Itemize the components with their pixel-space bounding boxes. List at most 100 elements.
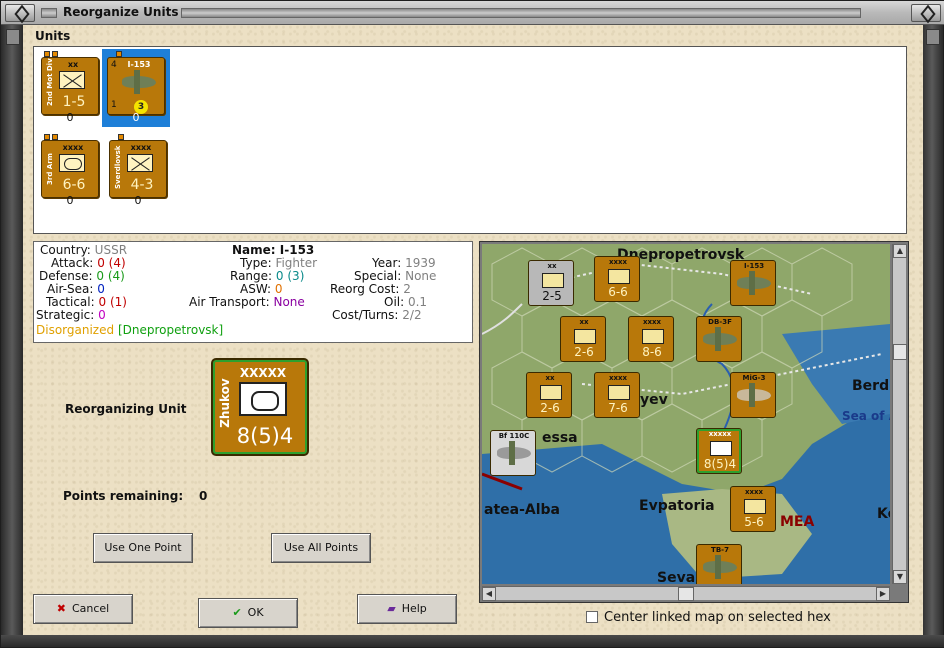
- unit-echelon: xx: [67, 60, 79, 69]
- unit-counter: I-153 4 1 3: [107, 57, 165, 115]
- map-viewport[interactable]: Dnepropetrovsk yev Berdi Sea of A essa E…: [482, 244, 890, 584]
- infantry-symbol-icon: [574, 329, 596, 344]
- unit-info-panel: Country: USSR Attack: 0 (4) Defense: 0 (…: [33, 241, 473, 343]
- unit-name-value: I-153: [279, 243, 315, 257]
- unit-counter: 3rd Arm xxxx 6-6: [41, 140, 99, 198]
- map-air-unit[interactable]: DB-3F: [696, 316, 742, 362]
- scroll-right-icon[interactable]: ▶: [876, 587, 890, 601]
- strategic-row: Strategic: 0: [36, 308, 106, 322]
- map-unit-counter[interactable]: xx 2-6: [560, 316, 606, 362]
- titlebar-decoration: [41, 8, 57, 18]
- help-button[interactable]: ▰ Help: [357, 594, 457, 624]
- unit-slot-i-153[interactable]: I-153 4 1 3 0: [102, 49, 170, 127]
- unit-counter: Sverdlovsk xxxx 4-3: [109, 140, 167, 198]
- map-unit-counter-zhukov[interactable]: xxxxx 8(5)4: [696, 428, 742, 474]
- reorganizing-unit-counter[interactable]: Zhukov XXXXX 8(5)4: [211, 358, 309, 456]
- map-unit-counter[interactable]: xxxx 5-6: [730, 486, 776, 532]
- scroll-up-icon[interactable]: ▲: [893, 244, 907, 258]
- unit-strength: 4-3: [130, 177, 154, 193]
- aircraft-icon: [497, 441, 531, 465]
- scroll-down-icon[interactable]: ▼: [893, 570, 907, 584]
- unit-slot-2nd-mot-div[interactable]: 2nd Mot Div xx 1-5 0: [36, 49, 104, 127]
- titlebar-decoration-bar: [181, 8, 861, 18]
- air-transport-row: Air Transport: None: [189, 295, 305, 309]
- unit-name: I-153: [127, 60, 151, 69]
- checkmark-icon: ✔: [232, 606, 242, 619]
- unit-slot-value: 0: [132, 111, 140, 124]
- title-bar[interactable]: Reorganize Units: [1, 1, 944, 25]
- unit-echelon: xxxx: [62, 143, 84, 152]
- center-linked-map-label: Center linked map on selected hex: [604, 610, 831, 625]
- mechanized-symbol-icon: [127, 154, 153, 172]
- unit-badge-left: 1: [111, 100, 117, 110]
- linked-map[interactable]: Dnepropetrovsk yev Berdi Sea of A essa E…: [479, 241, 909, 603]
- armor-symbol-icon: [642, 329, 664, 344]
- reorganize-units-window: Reorganize Units Units 2nd Mot Div xx 1-…: [0, 0, 944, 648]
- map-air-unit[interactable]: TB-7: [696, 544, 742, 584]
- map-label-evpatoria: Evpatoria: [639, 498, 715, 514]
- armor-symbol-icon: [540, 385, 562, 400]
- units-list: 2nd Mot Div xx 1-5 0 I-153 4 1 3 0 3rd A…: [33, 46, 907, 234]
- unit-name: 2nd Mot Div: [46, 58, 54, 106]
- ok-button[interactable]: ✔ OK: [198, 598, 298, 628]
- map-unit-counter[interactable]: xxxx 7-6: [594, 372, 640, 418]
- status-value: Disorganized: [36, 323, 115, 337]
- hq-echelon: XXXXX: [239, 366, 287, 380]
- country-value: USSR: [94, 243, 128, 257]
- window-close-button[interactable]: [911, 4, 941, 22]
- use-one-point-button[interactable]: Use One Point: [93, 533, 193, 563]
- map-label-crimea: MEA: [780, 514, 815, 530]
- unit-echelon: xxxx: [130, 143, 152, 152]
- armor-symbol-icon: [59, 154, 85, 172]
- map-unit-counter[interactable]: xxxx 8-6: [628, 316, 674, 362]
- left-frame-rail: [1, 25, 23, 645]
- cancel-x-icon: ✖: [56, 602, 66, 615]
- cancel-button[interactable]: ✖ Cancel: [33, 594, 133, 624]
- location-value: [Dnepropetrovsk]: [117, 323, 224, 337]
- unit-slot-value: 0: [66, 111, 74, 124]
- unit-slot-sverdlovsk[interactable]: Sverdlovsk xxxx 4-3 0: [104, 132, 172, 210]
- map-air-unit[interactable]: MiG-3: [730, 372, 776, 418]
- horizontal-scroll-thumb[interactable]: [678, 587, 694, 601]
- map-label-odessa: essa: [542, 430, 578, 446]
- aircraft-icon: [703, 327, 737, 351]
- map-air-unit[interactable]: I-153: [730, 260, 776, 306]
- infantry-symbol-icon: [744, 499, 766, 514]
- center-linked-map-checkbox[interactable]: [586, 611, 598, 623]
- map-unit-counter[interactable]: xx 2-6: [526, 372, 572, 418]
- unit-strength: 1-5: [62, 94, 86, 110]
- map-vertical-scrollbar[interactable]: ▲ ▼: [892, 244, 907, 584]
- infantry-symbol-icon: [608, 385, 630, 400]
- unit-counter: 2nd Mot Div xx 1-5: [41, 57, 99, 115]
- unit-slot-3rd-arm[interactable]: 3rd Arm xxxx 6-6 0: [36, 132, 104, 210]
- map-label-ko: Ko: [877, 506, 890, 522]
- map-label-yev: yev: [640, 392, 668, 408]
- map-unit-counter[interactable]: xx 2-5: [528, 260, 574, 306]
- bottom-frame-rail: [1, 635, 944, 647]
- vertical-scroll-thumb[interactable]: [893, 344, 907, 360]
- use-all-points-button[interactable]: Use All Points: [271, 533, 371, 563]
- aircraft-icon: [737, 383, 771, 407]
- unit-name: 3rd Arm: [46, 153, 54, 185]
- map-label-akkerman: atea-Alba: [484, 502, 560, 518]
- window-menu-button[interactable]: [5, 4, 35, 22]
- aircraft-icon: [737, 271, 771, 295]
- reorganizing-unit-label: Reorganizing Unit: [65, 402, 187, 416]
- hq-strength: 8(5)4: [236, 424, 294, 448]
- scroll-left-icon[interactable]: ◀: [482, 587, 496, 601]
- unit-strength: 6-6: [62, 177, 86, 193]
- map-unit-counter[interactable]: xxxx 6-6: [594, 256, 640, 302]
- map-horizontal-scrollbar[interactable]: ◀ ▶: [482, 586, 890, 601]
- points-remaining-value: 0: [199, 489, 208, 503]
- map-label-berdi: Berdi: [852, 378, 890, 394]
- unit-slot-value: 0: [134, 194, 142, 207]
- unit-name: Sverdlovsk: [114, 145, 122, 189]
- infantry-symbol-icon: [542, 273, 564, 288]
- center-linked-map-option[interactable]: Center linked map on selected hex: [586, 610, 831, 625]
- armor-hq-symbol-icon: [239, 382, 287, 416]
- cost-turns-row: Cost/Turns: 2/2: [332, 308, 422, 322]
- unit-slot-value: 0: [66, 194, 74, 207]
- map-label-seva: Seva: [657, 570, 696, 584]
- map-air-unit[interactable]: Bf 110C: [490, 430, 536, 476]
- points-remaining-label: Points remaining:: [63, 489, 184, 503]
